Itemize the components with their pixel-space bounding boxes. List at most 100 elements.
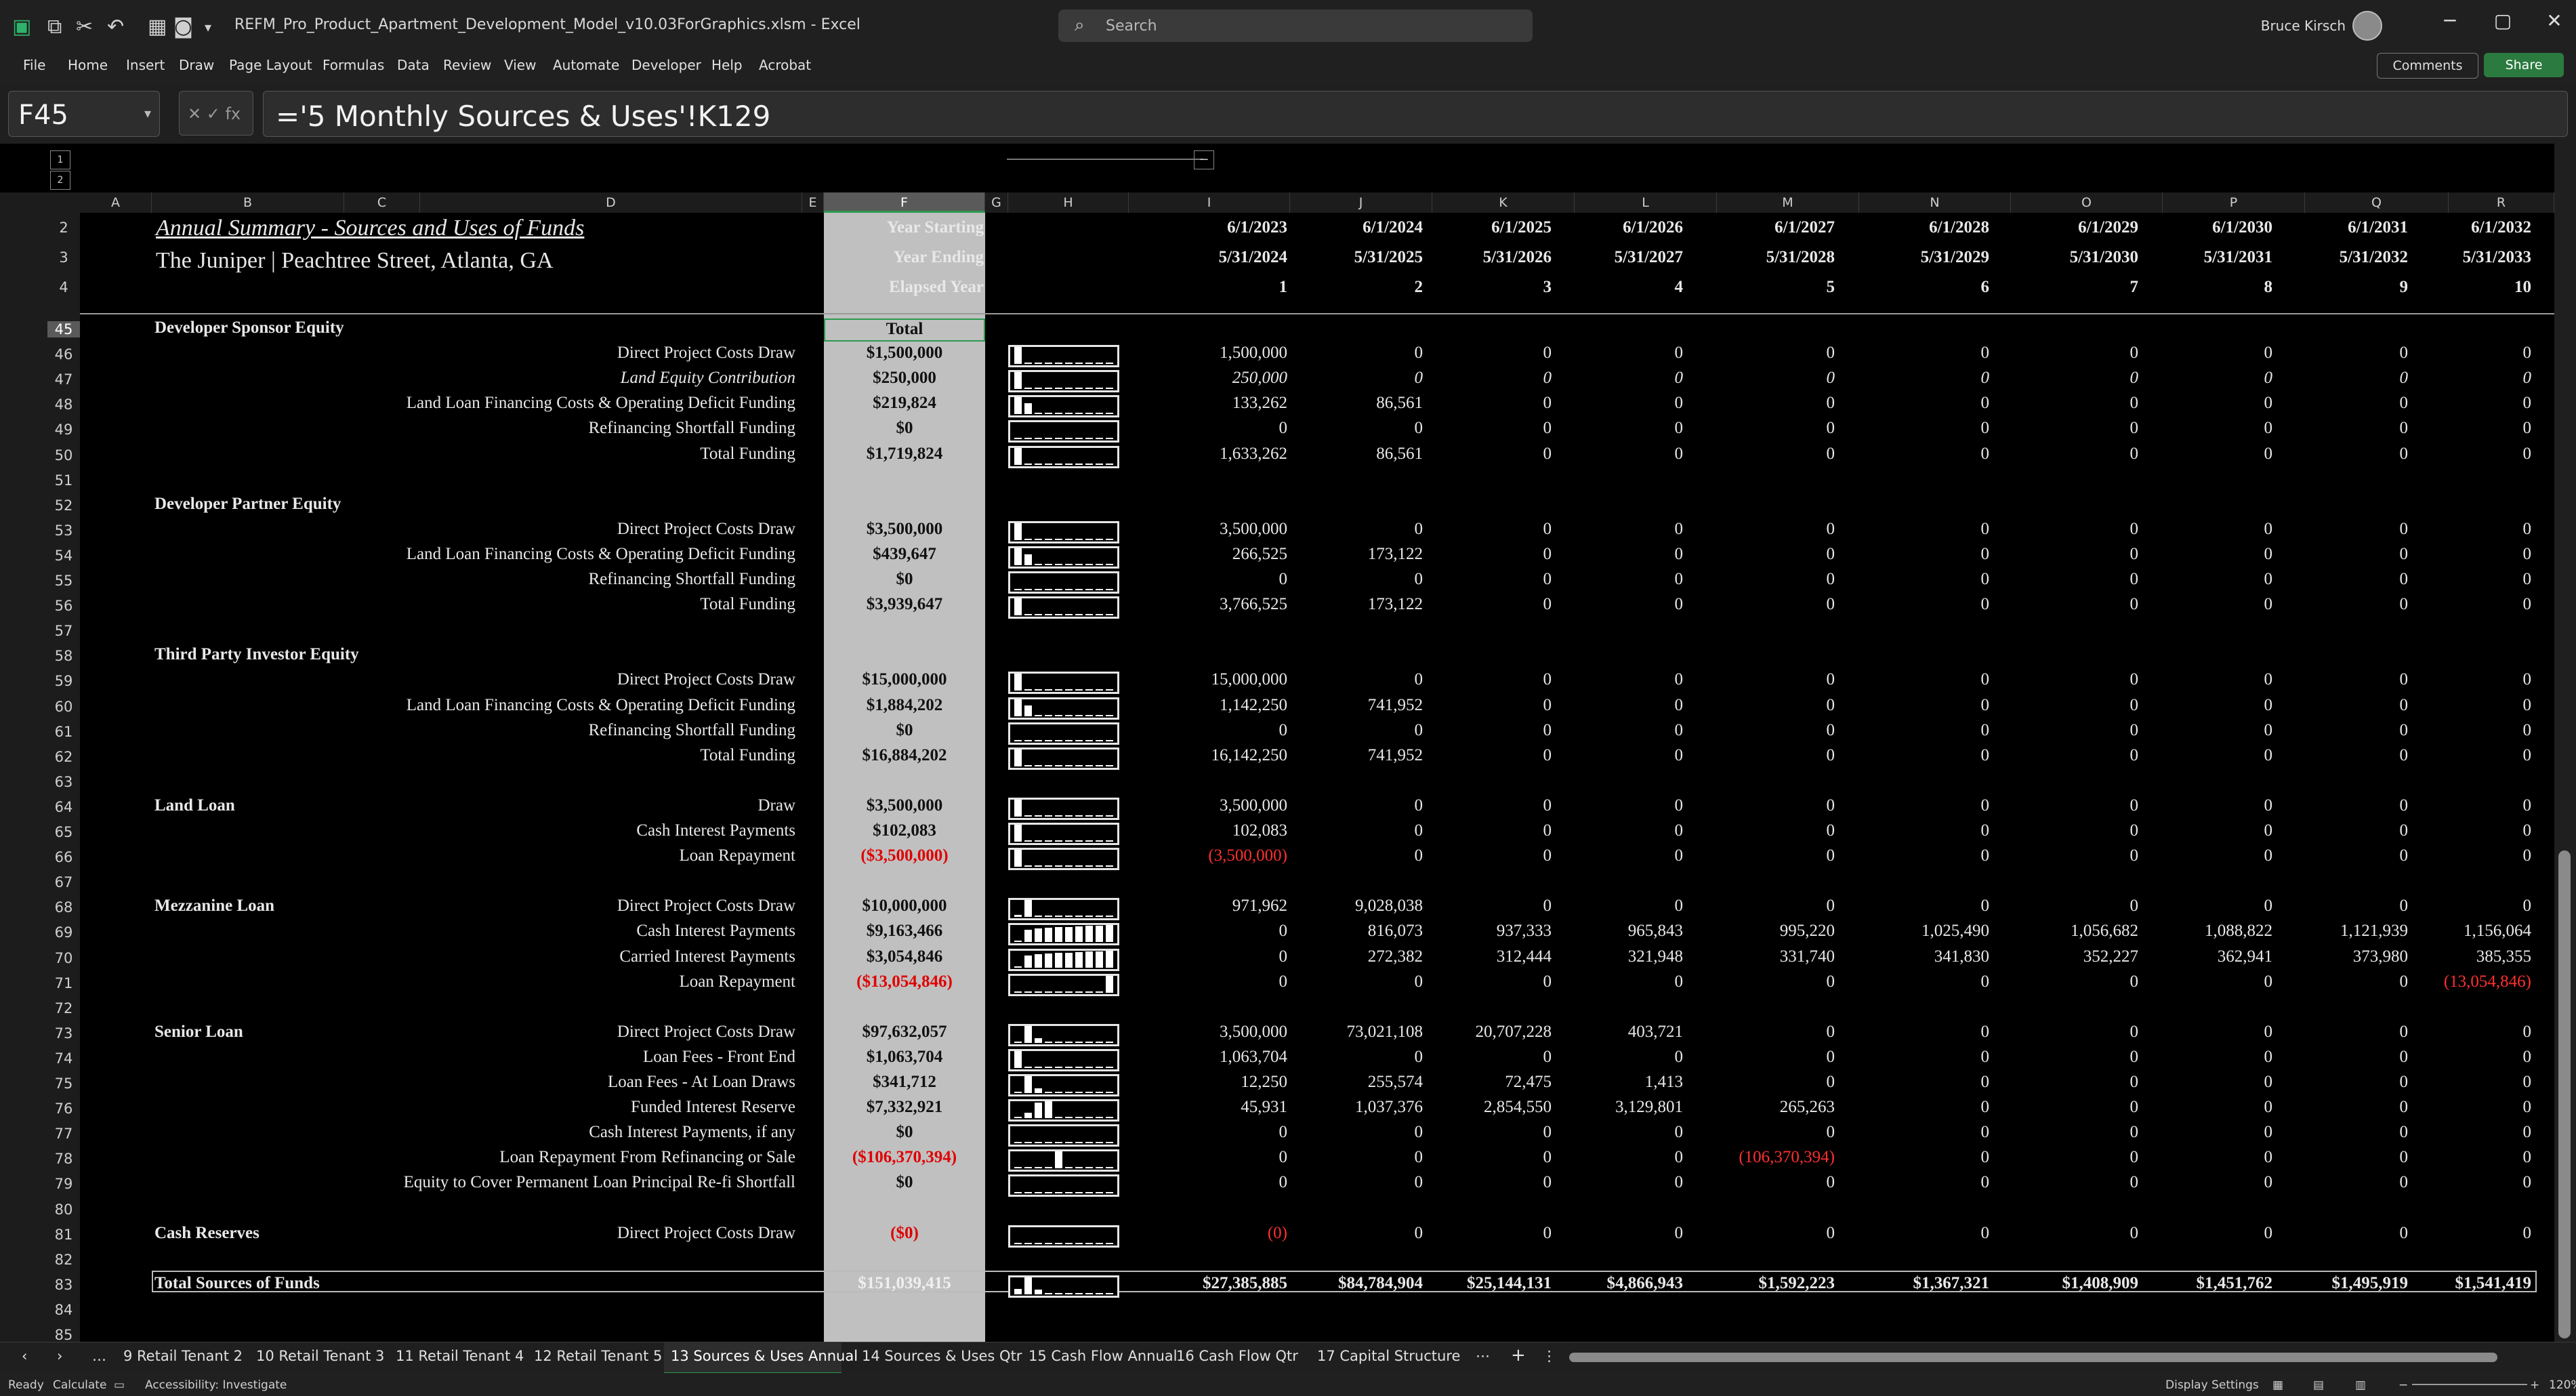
section-label[interactable]: Third Party Investor Equity xyxy=(154,645,359,664)
value-cell[interactable]: 0 xyxy=(1827,821,1990,840)
header-elapsed-cell[interactable]: 3 xyxy=(1416,278,1552,297)
row-header[interactable]: 50 xyxy=(47,447,80,464)
value-cell[interactable]: 0 xyxy=(1827,1123,1990,1142)
value-cell[interactable]: 0 xyxy=(1827,1048,1990,1067)
row-header[interactable]: 64 xyxy=(47,799,80,815)
value-cell[interactable]: $1,592,223 xyxy=(1672,1274,1835,1293)
header-year-ending-cell[interactable]: 5/31/2025 xyxy=(1287,248,1423,267)
value-cell[interactable]: 0 xyxy=(1827,520,1990,539)
tab-draw[interactable]: Draw xyxy=(179,57,214,73)
value-cell[interactable]: 0 xyxy=(2369,570,2532,589)
value-cell[interactable]: 0 xyxy=(1672,670,1835,689)
value-cell[interactable]: $1,541,419 xyxy=(2369,1274,2532,1293)
value-cell[interactable]: 0 xyxy=(1827,1224,1990,1243)
row-header[interactable]: 4 xyxy=(47,279,80,295)
row-label[interactable]: Cash Interest Payments xyxy=(203,922,795,941)
column-header-h[interactable]: H xyxy=(1008,192,1129,213)
value-cell[interactable]: (106,370,394) xyxy=(1672,1148,1835,1167)
column-header-c[interactable]: C xyxy=(344,192,420,213)
header-year-starting-cell[interactable]: 6/1/2030 xyxy=(2137,218,2272,237)
header-year-starting-cell[interactable]: 6/1/2024 xyxy=(1287,218,1423,237)
value-cell[interactable]: 0 xyxy=(1672,846,1835,865)
value-cell[interactable]: 0 xyxy=(1827,344,1990,363)
page-break-view-icon[interactable]: ▥ xyxy=(2355,1378,2366,1392)
value-cell[interactable]: 0 xyxy=(1827,545,1990,564)
row-header[interactable]: 69 xyxy=(47,924,80,941)
row-header[interactable]: 73 xyxy=(47,1025,80,1042)
value-cell[interactable]: 0 xyxy=(2369,344,2532,363)
macro-record-icon[interactable]: ▭ xyxy=(114,1378,125,1392)
undo-icon[interactable]: ↶ xyxy=(107,15,124,39)
row-label[interactable]: Direct Project Costs Draw xyxy=(203,1224,795,1243)
value-cell[interactable]: (13,054,846) xyxy=(2369,972,2531,991)
header-elapsed-cell[interactable]: 5 xyxy=(1699,278,1835,297)
value-cell[interactable]: 0 xyxy=(1520,746,1684,765)
total-cell[interactable]: $0 xyxy=(824,721,985,740)
column-header-a[interactable]: A xyxy=(80,192,152,213)
row-label[interactable]: Cash Interest Payments, if any xyxy=(203,1123,795,1142)
row-header[interactable]: 59 xyxy=(47,673,80,689)
add-sheet-icon[interactable]: + xyxy=(1511,1345,1526,1366)
tab-automate[interactable]: Automate xyxy=(553,57,619,73)
label-year-starting[interactable]: Year Starting xyxy=(745,218,984,237)
sheet-tab[interactable]: 15 Cash Flow Annual xyxy=(1029,1348,1177,1364)
outline-level-2-button[interactable]: 2 xyxy=(50,171,70,190)
row-label[interactable]: Carried Interest Payments xyxy=(203,947,795,966)
more-tabs-left-icon[interactable]: … xyxy=(92,1348,106,1364)
value-cell[interactable]: 0 xyxy=(2369,1173,2532,1192)
row-header[interactable]: 79 xyxy=(47,1176,80,1192)
outline-level-1-button[interactable]: 1 xyxy=(50,150,70,169)
selected-cell-total-header[interactable]: Total xyxy=(824,319,985,342)
header-year-ending-cell[interactable]: 5/31/2027 xyxy=(1547,248,1683,267)
value-cell[interactable]: 0 xyxy=(1672,595,1835,614)
column-header-m[interactable]: M xyxy=(1717,192,1859,213)
value-cell[interactable]: 0 xyxy=(2369,897,2532,916)
value-cell[interactable]: 0 xyxy=(1520,394,1684,413)
row-header[interactable]: 61 xyxy=(47,724,80,740)
zoom-out-icon[interactable]: − xyxy=(2398,1378,2408,1392)
total-cell[interactable]: $1,063,704 xyxy=(824,1048,985,1067)
value-cell[interactable]: 0 xyxy=(1827,419,1990,438)
tab-home[interactable]: Home xyxy=(68,57,108,73)
row-header[interactable]: 52 xyxy=(47,497,80,514)
header-elapsed-cell[interactable]: 4 xyxy=(1547,278,1684,297)
column-header-p[interactable]: P xyxy=(2163,192,2305,213)
tab-file[interactable]: File xyxy=(23,57,45,73)
row-header[interactable]: 71 xyxy=(47,975,80,991)
row-label[interactable]: Refinancing Shortfall Funding xyxy=(203,419,795,438)
row-header[interactable]: 60 xyxy=(47,699,80,715)
row-header[interactable]: 80 xyxy=(47,1202,80,1218)
zoom-slider[interactable] xyxy=(2412,1384,2527,1385)
total-cell[interactable]: $219,824 xyxy=(824,394,985,413)
chevron-down-icon[interactable]: ▾ xyxy=(144,105,151,121)
display-settings-button[interactable]: Display Settings xyxy=(2165,1378,2259,1392)
column-header-k[interactable]: K xyxy=(1432,192,1575,213)
value-cell[interactable]: 0 xyxy=(2369,746,2532,765)
row-label[interactable]: Funded Interest Reserve xyxy=(203,1098,795,1117)
tab-help[interactable]: Help xyxy=(711,57,743,73)
sheet-tab[interactable]: 11 Retail Tenant 4 xyxy=(396,1348,524,1364)
row-label[interactable]: Direct Project Costs Draw xyxy=(203,520,795,539)
value-cell[interactable]: 0 xyxy=(1827,1098,1990,1117)
tools-icon[interactable]: ✂ xyxy=(76,15,93,39)
vertical-scroll-thumb[interactable] xyxy=(2558,850,2571,1338)
fx-icon[interactable]: fx xyxy=(225,104,241,123)
row-header[interactable]: 77 xyxy=(47,1126,80,1142)
header-elapsed-cell[interactable]: 6 xyxy=(1854,278,1990,297)
value-cell[interactable]: 0 xyxy=(2369,670,2532,689)
header-year-ending-cell[interactable]: 5/31/2030 xyxy=(2003,248,2138,267)
value-cell[interactable]: 0 xyxy=(1672,520,1835,539)
total-cell[interactable]: $3,054,846 xyxy=(824,947,985,966)
value-cell[interactable]: 341,830 xyxy=(1827,947,1989,966)
value-cell[interactable]: 0 xyxy=(1827,1173,1990,1192)
value-cell[interactable]: 0 xyxy=(1672,796,1835,815)
section-label[interactable]: Total Sources of Funds xyxy=(154,1274,320,1293)
value-cell[interactable]: 0 xyxy=(1672,1173,1835,1192)
sheet-tab[interactable]: 16 Cash Flow Qtr xyxy=(1176,1348,1298,1364)
section-label[interactable]: Developer Partner Equity xyxy=(154,495,341,514)
avatar[interactable] xyxy=(2352,11,2382,41)
row-label[interactable]: Loan Fees - Front End xyxy=(203,1048,795,1067)
sheet-tab[interactable]: 10 Retail Tenant 3 xyxy=(256,1348,384,1364)
header-year-ending-cell[interactable]: 5/31/2026 xyxy=(1416,248,1552,267)
row-header[interactable]: 63 xyxy=(47,774,80,790)
